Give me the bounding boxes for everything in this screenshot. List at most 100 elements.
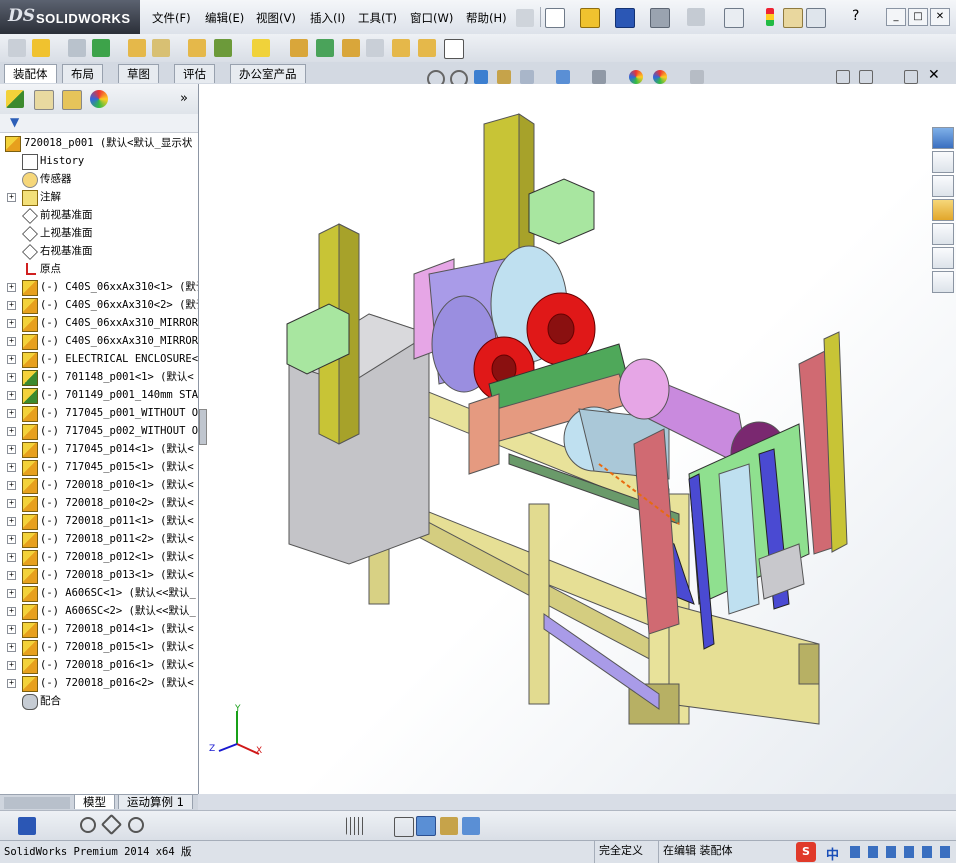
instant3d-icon[interactable] [444, 39, 464, 59]
reference-geometry-icon[interactable] [252, 39, 270, 57]
bill-of-materials-icon[interactable] [316, 39, 334, 57]
panel-expand-icon[interactable]: » [180, 91, 188, 106]
tree-filter[interactable]: ▼ [0, 114, 198, 133]
apply-scene-icon[interactable] [653, 70, 667, 84]
linear-pattern-icon[interactable] [92, 39, 110, 57]
menu-item-6[interactable]: 帮助(H) [466, 10, 507, 26]
expand-icon[interactable]: + [7, 373, 16, 382]
tree-item[interactable]: + (-) 720018_p014<1> (默认< [0, 620, 198, 638]
appearances-icon[interactable] [932, 247, 954, 269]
feature-manager-tab-icon[interactable] [6, 90, 24, 108]
filter-icon[interactable]: ▼ [10, 115, 19, 129]
assembly-features-icon[interactable] [214, 39, 232, 57]
hide-show-items-icon[interactable] [592, 70, 606, 84]
ime-toolbar-icons[interactable] [850, 846, 950, 858]
restore-window-icon[interactable] [904, 70, 918, 84]
expand-icon[interactable]: + [7, 607, 16, 616]
section-view-icon[interactable] [497, 70, 511, 84]
tree-item[interactable]: 传感器 [0, 170, 198, 188]
menu-item-2[interactable]: 视图(V) [256, 10, 296, 26]
view-orientation-icon[interactable] [520, 70, 534, 84]
explode-line-sketch-icon[interactable] [366, 39, 384, 57]
expand-icon[interactable]: + [7, 409, 16, 418]
view-palette-icon[interactable] [932, 223, 954, 245]
expand-icon[interactable]: + [7, 625, 16, 634]
new-part-icon[interactable] [32, 39, 50, 57]
maximize-button[interactable]: □ [908, 8, 928, 26]
file-explorer-icon[interactable] [932, 199, 954, 221]
expand-icon[interactable]: + [7, 553, 16, 562]
panel-splitter-handle[interactable] [199, 409, 207, 445]
tab-scroll-arrows[interactable] [4, 797, 70, 809]
help-icon[interactable]: ? [852, 8, 859, 24]
tab-assembly[interactable]: 装配体 [4, 64, 57, 83]
save-icon[interactable] [615, 8, 635, 28]
expand-icon[interactable]: + [7, 589, 16, 598]
section-icon[interactable] [440, 817, 458, 835]
tree-item[interactable]: + (-) 720018_p011<2> (默认< [0, 530, 198, 548]
edit-appearance-icon[interactable] [629, 70, 643, 84]
smart-dimension-icon[interactable] [322, 817, 340, 835]
menu-item-4[interactable]: 工具(T) [358, 10, 397, 26]
interference-detection-icon[interactable] [392, 39, 410, 57]
tree-root-assembly[interactable]: 720018_p001 (默认<默认_显示状 [0, 134, 198, 152]
custom-properties-icon[interactable] [932, 271, 954, 293]
tree-item[interactable]: + 注解 [0, 188, 198, 206]
solidworks-logo[interactable]: DS SOLIDWORKS [0, 0, 140, 34]
tree-item[interactable]: + (-) 701149_p001_140mm STAC [0, 386, 198, 404]
tree-item[interactable]: History [0, 152, 198, 170]
expand-icon[interactable]: + [7, 319, 16, 328]
menu-item-1[interactable]: 编辑(E) [205, 10, 244, 26]
tree-item[interactable]: + (-) ELECTRICAL ENCLOSURE< [0, 350, 198, 368]
tree-item[interactable]: + (-) C40S_06xxAx310<2> (默认 [0, 296, 198, 314]
trim-icon[interactable] [152, 817, 170, 835]
tree-item[interactable]: 配合 [0, 692, 198, 710]
tree-item[interactable]: + (-) 720018_p012<1> (默认< [0, 548, 198, 566]
solidworks-resources-icon[interactable] [932, 127, 954, 149]
expand-icon[interactable]: + [7, 355, 16, 364]
tree-item[interactable]: + (-) C40S_06xxAx310_MIRROR< [0, 314, 198, 332]
tree-item[interactable]: + (-) C40S_06xxAx310_MIRROR< [0, 332, 198, 350]
clearance-verification-icon[interactable] [418, 39, 436, 57]
expand-icon[interactable]: + [7, 517, 16, 526]
tile-horizontal-icon[interactable] [836, 70, 850, 84]
minimize-button[interactable]: _ [886, 8, 906, 26]
ime-language-indicator[interactable]: 中 [826, 844, 839, 863]
tree-item[interactable]: + (-) 717045_p002_WITHOUT OI [0, 422, 198, 440]
tree-item[interactable]: + (-) 720018_p016<2> (默认< [0, 674, 198, 692]
table-icon[interactable] [462, 817, 480, 835]
graphics-area[interactable]: Y X Z [199, 84, 956, 794]
tree-item[interactable]: + (-) 720018_p011<1> (默认< [0, 512, 198, 530]
tree-item[interactable]: 前视基准面 [0, 206, 198, 224]
expand-icon[interactable]: + [7, 643, 16, 652]
undo-icon[interactable] [687, 8, 705, 26]
shaded-cube-icon[interactable] [416, 816, 436, 836]
open-icon[interactable] [580, 8, 600, 28]
mate-icon[interactable] [68, 39, 86, 57]
circle-icon[interactable] [80, 817, 96, 833]
centerpoint-circle-icon[interactable] [128, 817, 144, 833]
expand-icon[interactable]: + [7, 499, 16, 508]
save-icon[interactable] [18, 817, 36, 835]
mirror-icon[interactable] [200, 817, 218, 835]
tree-item[interactable]: + (-) 717045_p015<1> (默认< [0, 458, 198, 476]
tree-item[interactable]: 右视基准面 [0, 242, 198, 260]
property-manager-tab-icon[interactable] [34, 90, 54, 110]
rebuild-traffic-light-icon[interactable] [766, 8, 774, 26]
expand-icon[interactable]: + [7, 391, 16, 400]
tree-item[interactable]: 上视基准面 [0, 224, 198, 242]
smart-fasteners-icon[interactable] [128, 39, 146, 57]
expand-icon[interactable]: + [7, 571, 16, 580]
tab-sketch[interactable]: 草图 [118, 64, 159, 83]
close-button[interactable]: ✕ [930, 8, 950, 26]
tree-item[interactable]: + (-) A606SC<2> (默认<<默认_ [0, 602, 198, 620]
menu-item-3[interactable]: 插入(I) [310, 10, 345, 26]
tree-item[interactable]: + (-) C40S_06xxAx310<1> (默认 [0, 278, 198, 296]
tree-item[interactable]: + (-) 720018_p010<2> (默认< [0, 494, 198, 512]
expand-icon[interactable]: + [7, 463, 16, 472]
tree-item[interactable]: + (-) 720018_p016<1> (默认< [0, 656, 198, 674]
expand-icon[interactable]: + [7, 337, 16, 346]
expand-icon[interactable]: + [7, 445, 16, 454]
tile-vertical-icon[interactable] [859, 70, 873, 84]
options-icon[interactable] [806, 8, 826, 28]
